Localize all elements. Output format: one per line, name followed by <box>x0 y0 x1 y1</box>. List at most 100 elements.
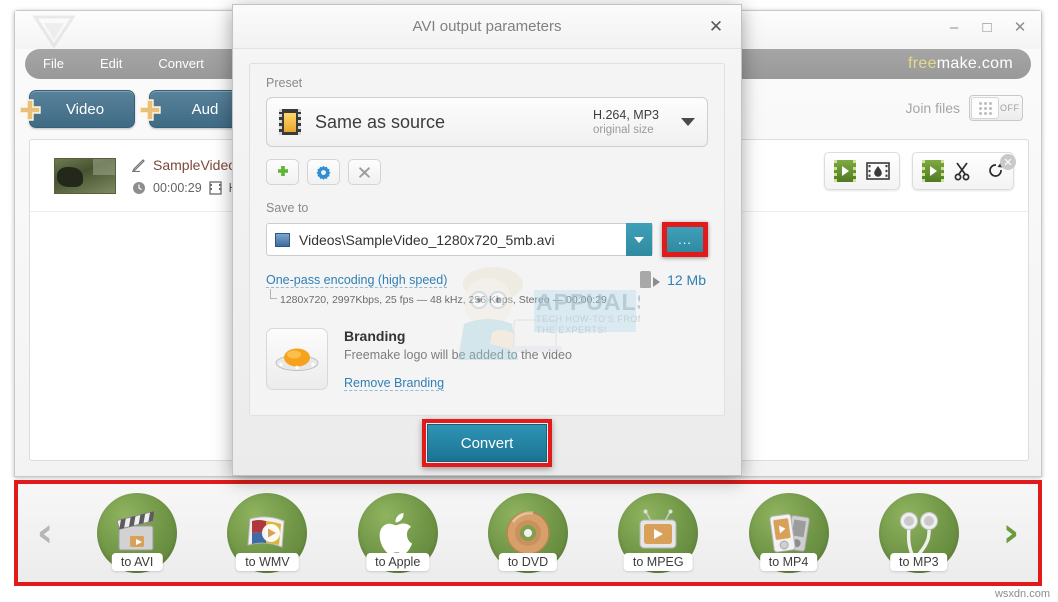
branding-block: Branding Freemake logo will be added to … <box>266 328 708 392</box>
format-button-to-mp3[interactable]: to MP3 <box>873 487 965 579</box>
mp4-player-icon <box>769 513 810 553</box>
dialog-close-button[interactable]: ✕ <box>705 16 727 38</box>
convert-button[interactable]: Convert <box>427 424 547 462</box>
format-selection-bar: ‹ to AVI to WMV to Apple to DVD to MPEG … <box>14 480 1042 586</box>
preset-settings-button[interactable] <box>307 159 340 185</box>
format-button-to-avi[interactable]: to AVI <box>91 487 183 579</box>
branding-description: Freemake logo will be added to the video <box>344 348 572 362</box>
format-label: to Apple <box>366 553 430 571</box>
output-size-block: 12 Mb <box>640 271 706 288</box>
format-label: to MP4 <box>759 553 818 571</box>
preset-dropdown[interactable]: Same as source H.264, MP3 original size <box>266 97 708 147</box>
format-label: to DVD <box>498 553 558 571</box>
preset-section-label: Preset <box>266 76 303 90</box>
close-icon <box>359 166 370 178</box>
branding-text: Branding Freemake logo will be added to … <box>344 328 572 392</box>
menu-item-convert[interactable]: Convert <box>140 49 222 79</box>
path-history-dropdown[interactable] <box>626 223 652 256</box>
row-action-buttons: ✕ <box>824 152 1016 190</box>
output-path-field[interactable]: Videos\SampleVideo_1280x720_5mb.avi <box>266 223 653 256</box>
browse-button-highlight: ... <box>662 222 708 257</box>
freemake-v-logo-icon <box>32 15 76 49</box>
freemake-brand-text: freemake.com <box>908 49 1013 79</box>
close-window-button[interactable]: ✕ <box>1009 17 1031 37</box>
clapperboard-icon <box>116 511 155 551</box>
file-duration: 00:00:29 <box>153 180 202 195</box>
join-files-control: Join files OFF <box>906 95 1023 121</box>
format-button-to-mpeg[interactable]: to MPEG <box>612 487 704 579</box>
disc-icon <box>506 511 550 555</box>
add-preset-button[interactable] <box>266 159 299 185</box>
play-film-icon <box>834 160 856 182</box>
format-button-to-apple[interactable]: to Apple <box>352 487 444 579</box>
minimize-button[interactable]: – <box>943 17 965 37</box>
corner-watermark: wsxdn.com <box>994 588 1050 600</box>
encoding-spec-text: 1280x720, 2997Kbps, 25 fps — 48 kHz, 256… <box>270 289 708 306</box>
export-size-icon <box>640 271 661 288</box>
menu-item-edit[interactable]: Edit <box>82 49 140 79</box>
apple-icon <box>379 513 412 554</box>
brand-free-text: free <box>908 55 937 72</box>
scroll-left-arrow-icon[interactable]: ‹ <box>18 510 72 556</box>
format-buttons: to AVI to WMV to Apple to DVD to MPEG to… <box>72 484 984 582</box>
format-label: to MPEG <box>623 553 693 571</box>
window-controls: – □ ✕ <box>943 17 1031 37</box>
gear-icon <box>316 165 331 180</box>
play-film-icon <box>922 160 944 182</box>
encoding-info-block: One-pass encoding (high speed) 1280x720,… <box>266 271 708 306</box>
save-to-section-label: Save to <box>266 201 309 215</box>
preset-action-buttons <box>266 159 708 185</box>
output-size-text: 12 Mb <box>667 271 706 288</box>
format-label: to MP3 <box>890 553 948 571</box>
avi-output-parameters-dialog: AVI output parameters ✕ Preset Same as s… <box>232 4 742 476</box>
preset-codec-text: H.264, MP3 <box>592 108 659 122</box>
dialog-title-bar: AVI output parameters ✕ <box>233 5 741 49</box>
subtitle-drop-icon <box>866 162 890 180</box>
toggle-grip-icon <box>971 97 999 119</box>
edit-pencil-icon[interactable] <box>132 158 146 172</box>
folder-icon <box>275 232 290 247</box>
add-video-label: Video <box>65 100 105 118</box>
join-files-state: OFF <box>1000 103 1020 113</box>
wmv-flag-icon <box>247 516 285 548</box>
preview-subtitles-button[interactable] <box>824 152 900 190</box>
format-label: to WMV <box>236 553 299 571</box>
plus-icon <box>139 99 161 121</box>
cut-rotate-button[interactable] <box>912 152 1014 190</box>
video-thumbnail <box>54 157 116 194</box>
format-button-to-mp4[interactable]: to MP4 <box>743 487 835 579</box>
format-button-to-wmv[interactable]: to WMV <box>221 487 313 579</box>
save-to-row: Videos\SampleVideo_1280x720_5mb.avi ... <box>266 222 708 257</box>
dialog-title: AVI output parameters <box>412 18 562 35</box>
preset-name: Same as source <box>315 111 446 132</box>
scroll-right-arrow-icon[interactable]: › <box>984 510 1038 556</box>
brand-make-text: make.com <box>936 55 1013 72</box>
convert-button-highlight: Convert <box>422 419 552 467</box>
menu-item-file[interactable]: File <box>25 49 82 79</box>
remove-file-button[interactable]: ✕ <box>1000 154 1016 170</box>
ufo-logo-icon <box>275 348 319 371</box>
dialog-content-panel: Preset Same as source H.264, MP3 origina… <box>249 63 725 416</box>
maximize-button[interactable]: □ <box>976 17 998 37</box>
remove-branding-link[interactable]: Remove Branding <box>344 376 445 391</box>
chevron-down-icon[interactable] <box>681 118 695 126</box>
join-files-label: Join files <box>905 100 960 116</box>
encoding-mode-link[interactable]: One-pass encoding (high speed) <box>266 273 448 288</box>
preset-size-note: original size <box>592 124 654 136</box>
branding-title: Branding <box>344 328 406 344</box>
format-label: to AVI <box>111 553 163 571</box>
format-button-to-dvd[interactable]: to DVD <box>482 487 574 579</box>
add-video-button[interactable]: Video <box>19 90 135 128</box>
branding-logo-button[interactable] <box>266 328 328 390</box>
delete-preset-button[interactable] <box>348 159 381 185</box>
scissors-icon <box>954 162 970 181</box>
plus-icon <box>277 166 288 176</box>
join-files-toggle[interactable]: OFF <box>969 95 1023 121</box>
clock-icon <box>133 181 145 194</box>
earbuds-icon <box>899 512 938 556</box>
film-preset-icon <box>279 109 301 135</box>
tv-icon <box>639 509 677 549</box>
preset-codec-info: H.264, MP3 original size <box>593 108 659 136</box>
plus-icon <box>19 99 41 121</box>
browse-button[interactable]: ... <box>667 227 703 252</box>
